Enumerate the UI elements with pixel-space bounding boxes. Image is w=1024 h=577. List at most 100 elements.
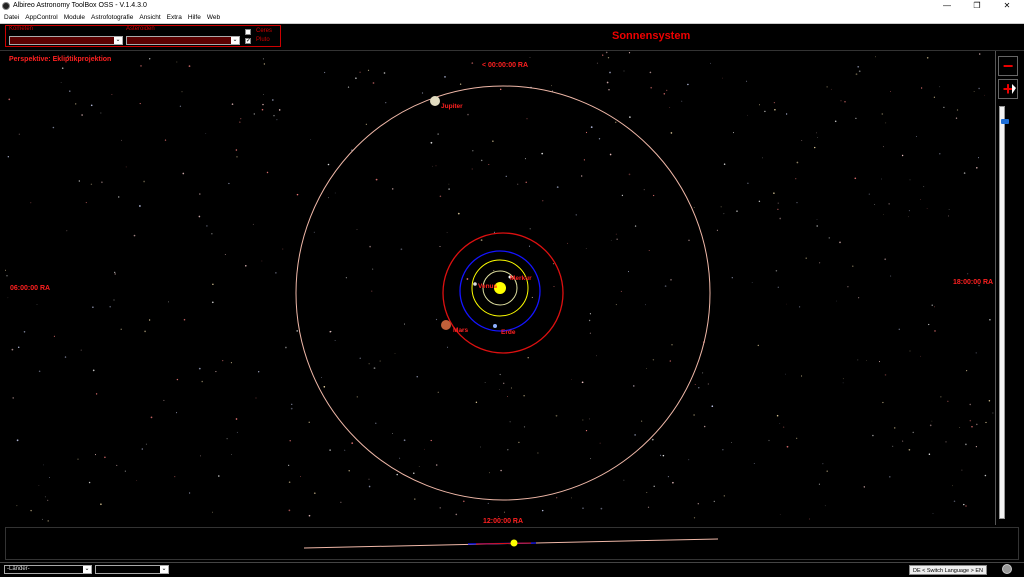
star: [30, 202, 32, 204]
star: [723, 163, 726, 165]
mars-planet[interactable]: [441, 320, 451, 330]
star: [669, 107, 671, 108]
star: [403, 439, 406, 442]
earth-planet[interactable]: [493, 324, 497, 328]
star: [600, 507, 603, 510]
zoom-slider-thumb[interactable]: [1001, 119, 1009, 124]
menu-web[interactable]: Web: [207, 14, 220, 21]
star: [816, 132, 817, 134]
star: [148, 319, 151, 321]
star: [649, 71, 652, 74]
star: [394, 353, 396, 354]
star: [693, 207, 695, 208]
solar-system-view[interactable]: Perspektive: Ekliptikprojektion < 00:00:…: [5, 51, 995, 525]
star: [971, 426, 973, 428]
star: [932, 513, 934, 514]
star: [90, 104, 93, 107]
zoom-panel: − +: [995, 51, 1020, 525]
restore-button[interactable]: ❐: [962, 0, 992, 12]
star: [139, 205, 141, 207]
star: [149, 58, 151, 60]
menu-hilfe[interactable]: Hilfe: [188, 14, 201, 21]
star: [502, 382, 505, 385]
star: [289, 440, 291, 442]
menu-datei[interactable]: Datei: [4, 14, 19, 21]
star: [855, 73, 858, 76]
star: [844, 101, 846, 103]
pluto-checkbox[interactable]: ✓: [245, 38, 251, 44]
jupiter-planet[interactable]: [430, 96, 440, 106]
star: [113, 299, 115, 301]
star: [585, 430, 588, 432]
star: [41, 518, 43, 520]
star: [774, 108, 776, 111]
ceres-checkbox[interactable]: [245, 29, 251, 35]
star: [826, 86, 828, 88]
star: [368, 363, 370, 365]
star: [368, 478, 370, 480]
star: [796, 202, 798, 204]
mars-label: Mars: [453, 327, 469, 334]
star: [505, 175, 507, 177]
star: [211, 233, 213, 235]
star: [666, 89, 668, 92]
star: [291, 403, 293, 405]
zoom-out-button[interactable]: −: [998, 56, 1018, 76]
star: [581, 381, 584, 384]
star: [109, 305, 111, 308]
countries-select[interactable]: -Länder- ⌄: [4, 565, 92, 574]
star: [805, 257, 807, 259]
star: [934, 330, 936, 332]
switch-language-button[interactable]: DE < Switch Language > EN: [909, 565, 987, 575]
star: [945, 441, 947, 443]
menu-appcontrol[interactable]: AppControl: [25, 14, 58, 21]
ra-right-label: 18:00:00 RA: [953, 279, 993, 286]
star: [414, 498, 416, 500]
star: [125, 166, 127, 168]
star: [114, 271, 116, 274]
star: [662, 454, 665, 457]
star: [621, 194, 624, 197]
star: [480, 239, 483, 241]
star: [528, 245, 531, 247]
menu-astrofotografie[interactable]: Astrofotografie: [91, 14, 133, 21]
star: [828, 237, 831, 239]
star: [403, 323, 406, 325]
star: [78, 180, 80, 182]
star: [901, 154, 904, 157]
star: [703, 425, 706, 428]
star: [614, 121, 617, 124]
star: [863, 486, 865, 488]
close-button[interactable]: ✕: [992, 0, 1022, 12]
star: [819, 262, 821, 264]
star: [81, 114, 83, 116]
star: [959, 427, 961, 428]
menu-module[interactable]: Module: [64, 14, 85, 21]
star: [95, 393, 98, 395]
star: [493, 231, 495, 233]
venus-planet[interactable]: [473, 282, 477, 286]
star: [444, 76, 446, 78]
star: [480, 446, 482, 448]
star: [551, 90, 554, 92]
menu-extra[interactable]: Extra: [167, 14, 182, 21]
zoom-slider[interactable]: [999, 106, 1009, 519]
star: [884, 374, 887, 376]
star: [439, 195, 442, 198]
star: [313, 231, 315, 233]
star: [556, 497, 558, 499]
star: [278, 109, 281, 111]
title-bar: Albireo Astronomy ToolBox OSS - V.1.4.3.…: [0, 0, 1024, 12]
star: [472, 149, 474, 152]
star: [340, 501, 342, 503]
comets-select[interactable]: ⌄: [9, 36, 123, 45]
menu-ansicht[interactable]: Ansicht: [139, 14, 160, 21]
minimize-button[interactable]: —: [932, 0, 962, 12]
star: [723, 213, 725, 215]
city-select[interactable]: ⌄: [95, 565, 169, 574]
asteroids-select[interactable]: ⌄: [126, 36, 240, 45]
star: [498, 516, 499, 517]
star: [976, 167, 978, 169]
star: [602, 54, 604, 56]
star: [198, 367, 201, 370]
